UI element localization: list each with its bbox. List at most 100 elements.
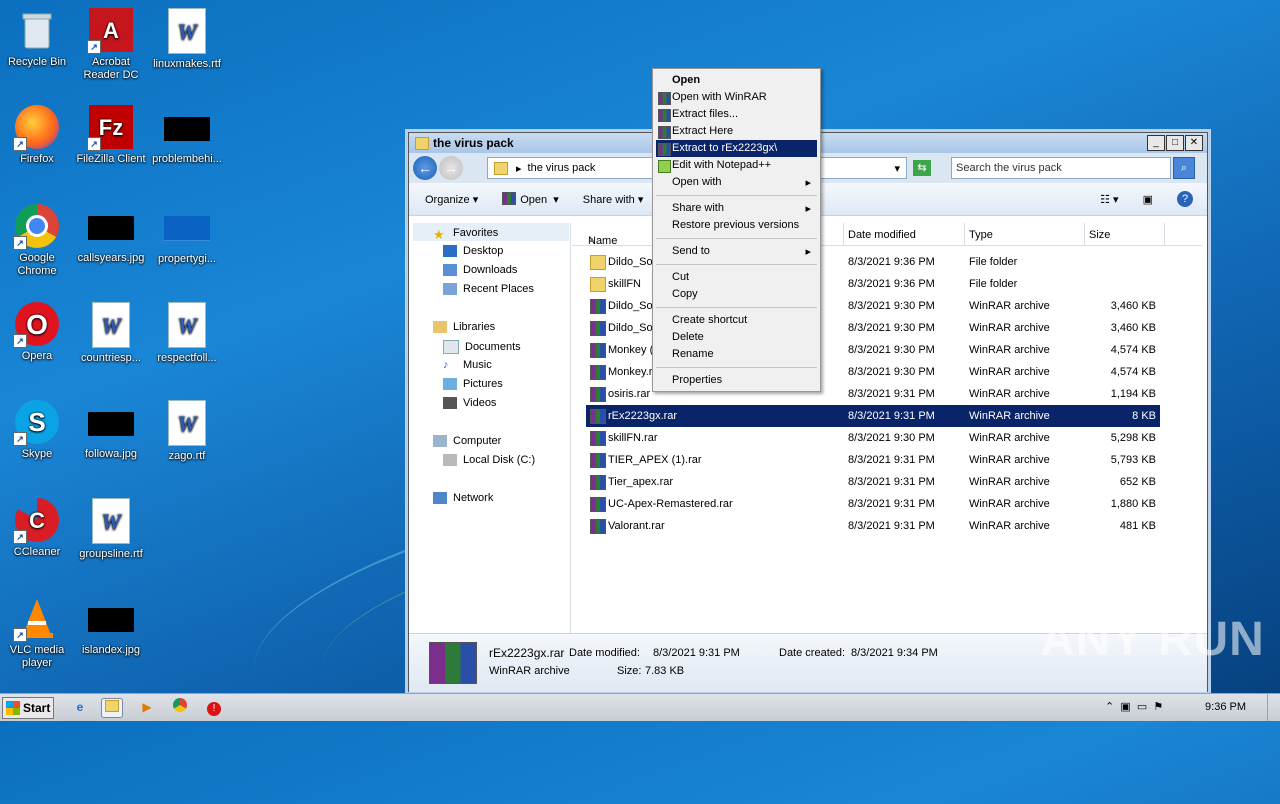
folder-icon bbox=[494, 161, 508, 175]
view-options-icon[interactable]: ☷ ▾ bbox=[1100, 193, 1118, 206]
nav-network[interactable]: Network bbox=[433, 492, 493, 504]
table-row[interactable]: Tier_apex.rar 8/3/2021 9:31 PM WinRAR arch… bbox=[586, 471, 1160, 493]
share-with-button[interactable]: Share with ▾ bbox=[583, 193, 644, 206]
desktop-icon-linuxmakes[interactable]: W linuxmakes.rtf bbox=[150, 8, 224, 71]
file-date: 8/3/2021 9:31 PM bbox=[848, 476, 935, 488]
nav-pictures[interactable]: Pictures bbox=[443, 378, 503, 390]
menu-item-delete[interactable]: Delete bbox=[656, 329, 817, 346]
column-size[interactable]: Size bbox=[1089, 229, 1110, 241]
nav-recent-places[interactable]: Recent Places bbox=[443, 283, 534, 295]
file-date: 8/3/2021 9:31 PM bbox=[848, 410, 935, 422]
stop-icon[interactable]: ! bbox=[204, 698, 224, 716]
table-row[interactable]: Valorant.rar 8/3/2021 9:31 PM WinRAR archi… bbox=[586, 515, 1160, 537]
menu-separator bbox=[656, 195, 817, 196]
start-button[interactable]: Start bbox=[2, 697, 54, 719]
media-player-icon[interactable]: ▶ bbox=[137, 698, 157, 716]
menu-item-extract-here[interactable]: Extract Here bbox=[656, 123, 817, 140]
file-size: 3,460 KB bbox=[1110, 300, 1156, 312]
desktop-icon-callsyears[interactable]: callsyears.jpg bbox=[74, 204, 148, 265]
menu-item-cut[interactable]: Cut bbox=[656, 269, 817, 286]
desktop-icon-skype[interactable]: S ↗ Skype bbox=[0, 400, 74, 461]
desktop-icon-followa[interactable]: followa.jpg bbox=[74, 400, 148, 461]
chrome-taskbar-icon[interactable] bbox=[170, 698, 190, 716]
back-button[interactable]: ← bbox=[413, 156, 437, 180]
internet-explorer-icon[interactable]: e bbox=[70, 698, 90, 716]
desktop-icon-zago[interactable]: W zago.rtf bbox=[150, 400, 224, 463]
help-icon[interactable]: ? bbox=[1177, 191, 1193, 207]
menu-item-open[interactable]: Open bbox=[656, 72, 817, 89]
nav-desktop[interactable]: Desktop bbox=[443, 245, 503, 257]
search-input[interactable]: Search the virus pack bbox=[951, 157, 1171, 179]
image-thumbnail-icon bbox=[164, 216, 210, 241]
winrar-archive-icon bbox=[590, 453, 606, 468]
menu-item-open-with-winrar[interactable]: Open with WinRAR bbox=[656, 89, 817, 106]
menu-item-create-shortcut[interactable]: Create shortcut bbox=[656, 312, 817, 329]
desktop-icon-respectfoll[interactable]: W respectfoll... bbox=[150, 302, 224, 365]
desktop-icon-firefox[interactable]: ↗ Firefox bbox=[0, 105, 74, 166]
table-row[interactable]: TIER_APEX (1).rar 8/3/2021 9:31 PM WinRAR … bbox=[586, 449, 1160, 471]
tray-icons[interactable]: ⌃ ▣ ▭ ⚑ bbox=[1105, 700, 1163, 713]
menu-item-open-with[interactable]: Open with ▸ bbox=[656, 174, 817, 191]
explorer-taskbar-icon[interactable] bbox=[101, 698, 123, 718]
nav-downloads[interactable]: Downloads bbox=[443, 264, 517, 276]
desktop-icon-problembehi[interactable]: problembehi... bbox=[150, 105, 224, 166]
desktop-icon-recycle-bin[interactable]: Recycle Bin bbox=[0, 8, 74, 69]
preview-pane-icon[interactable]: ▣ bbox=[1143, 193, 1153, 206]
desktop-icon-islandex[interactable]: islandex.jpg bbox=[74, 596, 148, 657]
clock[interactable]: 9:36 PM bbox=[1205, 701, 1246, 713]
menu-item-restore-previous-versions[interactable]: Restore previous versions bbox=[656, 217, 817, 234]
menu-item-send-to[interactable]: Send to ▸ bbox=[656, 243, 817, 260]
search-icon[interactable]: ⌕ bbox=[1173, 157, 1195, 179]
organize-button[interactable]: Organize ▾ bbox=[425, 193, 478, 206]
word-document-icon: W bbox=[168, 400, 206, 446]
nav-computer[interactable]: Computer bbox=[433, 435, 501, 447]
desktop-icon-ccleaner[interactable]: C ↗ CCleaner bbox=[0, 498, 74, 559]
nav-favorites[interactable]: ★ Favorites bbox=[433, 227, 498, 242]
menu-item-properties[interactable]: Properties bbox=[656, 372, 817, 389]
menu-item-extract-files[interactable]: Extract files... bbox=[656, 106, 817, 123]
nav-music[interactable]: ♪ Music bbox=[443, 359, 492, 371]
close-button[interactable]: ✕ bbox=[1185, 135, 1203, 151]
desktop-icon-countriesp[interactable]: W countriesp... bbox=[74, 302, 148, 365]
nav-videos[interactable]: Videos bbox=[443, 397, 496, 409]
forward-button[interactable]: → bbox=[439, 156, 463, 180]
menu-item-label: Edit with Notepad++ bbox=[672, 159, 772, 171]
desktop-icon-chrome[interactable]: ↗ Google Chrome bbox=[0, 204, 74, 278]
music-icon: ♪ bbox=[443, 359, 449, 371]
winrar-archive-icon bbox=[590, 519, 606, 534]
desktop-icon-acrobat[interactable]: A ↗ Acrobat Reader DC bbox=[74, 8, 148, 82]
menu-item-rename[interactable]: Rename bbox=[656, 346, 817, 363]
table-row[interactable]: UC-Apex-Remastered.rar 8/3/2021 9:31 PM Wi… bbox=[586, 493, 1160, 515]
nav-documents[interactable]: Documents bbox=[443, 340, 521, 354]
details-created-value: 8/3/2021 9:34 PM bbox=[851, 647, 938, 659]
menu-item-label: Share with bbox=[672, 202, 724, 214]
minimize-button[interactable]: _ bbox=[1147, 135, 1165, 151]
menu-item-edit-with-notepad[interactable]: Edit with Notepad++ bbox=[656, 157, 817, 174]
desktop-icon-opera[interactable]: O ↗ Opera bbox=[0, 302, 74, 363]
menu-item-extract-to-rex2223gx[interactable]: Extract to rEx2223gx\ bbox=[656, 140, 817, 157]
table-row[interactable]: skillFN.rar 8/3/2021 9:30 PM WinRAR archiv… bbox=[586, 427, 1160, 449]
maximize-button[interactable]: □ bbox=[1166, 135, 1184, 151]
desktop-icon-filezilla[interactable]: Fz ↗ FileZilla Client bbox=[74, 105, 148, 166]
nav-libraries[interactable]: Libraries bbox=[433, 321, 495, 333]
show-desktop-button[interactable] bbox=[1267, 694, 1280, 721]
details-modified-value: 8/3/2021 9:31 PM bbox=[653, 647, 740, 659]
file-size: 8 KB bbox=[1132, 410, 1156, 422]
column-date-modified[interactable]: Date modified bbox=[848, 229, 916, 241]
refresh-icon[interactable]: ⇆ bbox=[913, 160, 931, 176]
file-date: 8/3/2021 9:30 PM bbox=[848, 300, 935, 312]
chevron-down-icon[interactable]: ▾ bbox=[894, 162, 900, 175]
star-icon: ★ bbox=[433, 227, 445, 242]
desktop-icon-vlc[interactable]: ↗ VLC media player bbox=[0, 596, 74, 670]
file-date: 8/3/2021 9:30 PM bbox=[848, 366, 935, 378]
table-row[interactable]: rEx2223gx.rar 8/3/2021 9:31 PM WinRAR arch… bbox=[586, 405, 1160, 427]
desktop-icon-groupsline[interactable]: W groupsline.rtf bbox=[74, 498, 148, 561]
menu-item-copy[interactable]: Copy bbox=[656, 286, 817, 303]
desktop-icon-propertygi[interactable]: propertygi... bbox=[150, 204, 224, 266]
nav-local-disk[interactable]: Local Disk (C:) bbox=[443, 454, 535, 466]
menu-item-share-with[interactable]: Share with ▸ bbox=[656, 200, 817, 217]
open-button[interactable]: Open ▾ bbox=[502, 192, 559, 206]
menu-item-label: Send to bbox=[672, 245, 710, 257]
column-type[interactable]: Type bbox=[969, 229, 993, 241]
context-menu[interactable]: Open Open with WinRAR Extract files... Extr… bbox=[652, 68, 821, 392]
